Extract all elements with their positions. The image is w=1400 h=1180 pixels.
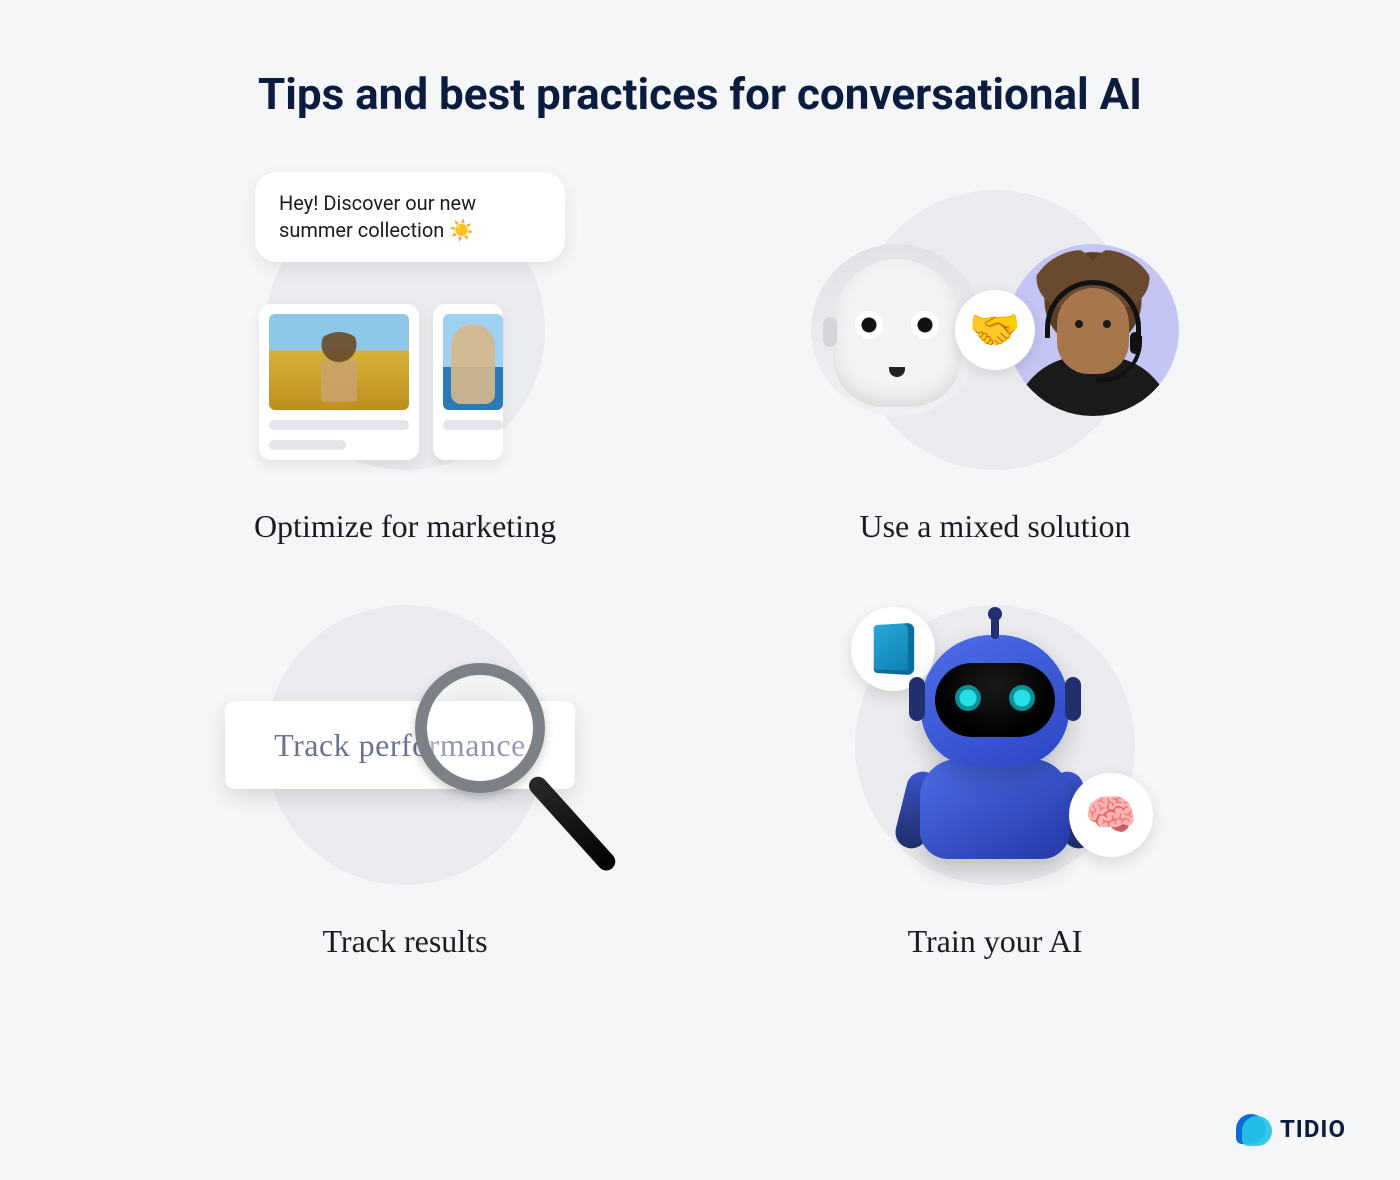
tip-illustration: 🤝 xyxy=(855,190,1135,470)
tip-train-ai: 🧠 Train your AI xyxy=(740,605,1250,960)
tidio-logo-icon xyxy=(1236,1112,1270,1146)
product-thumbnail-sunflowers xyxy=(269,314,409,410)
skeleton-line xyxy=(269,440,346,450)
track-performance-card: Track performance xyxy=(225,701,575,789)
chat-message-text: Hey! Discover our new summer collection … xyxy=(279,191,476,242)
page-title: Tips and best practices for conversation… xyxy=(0,0,1400,120)
tidio-logo-text: TIDIO xyxy=(1280,1115,1346,1143)
skeleton-line xyxy=(443,420,503,430)
skeleton-line xyxy=(269,420,409,430)
tip-caption: Train your AI xyxy=(908,923,1083,960)
tips-grid: Hey! Discover our new summer collection … xyxy=(150,190,1250,960)
product-thumbnail-beach xyxy=(443,314,503,410)
brain-icon: 🧠 xyxy=(1069,773,1153,857)
tidio-logo: TIDIO xyxy=(1236,1112,1346,1146)
track-performance-label: Track performance xyxy=(274,727,526,764)
product-card xyxy=(259,304,419,460)
tip-illustration: 🧠 xyxy=(855,605,1135,885)
tip-caption: Optimize for marketing xyxy=(254,508,556,545)
product-cards xyxy=(259,304,503,460)
handshake-icon: 🤝 xyxy=(955,290,1035,370)
tip-track-results: Track performance Track results xyxy=(150,605,660,960)
tip-mixed-solution: 🤝 Use a mixed solution xyxy=(740,190,1250,545)
tip-caption: Use a mixed solution xyxy=(859,508,1130,545)
blue-robot-illustration xyxy=(905,635,1085,855)
product-card xyxy=(433,304,503,460)
chat-bubble: Hey! Discover our new summer collection … xyxy=(255,172,565,262)
tip-optimize-marketing: Hey! Discover our new summer collection … xyxy=(150,190,660,545)
tip-caption: Track results xyxy=(322,923,487,960)
tip-illustration: Hey! Discover our new summer collection … xyxy=(265,190,545,470)
tip-illustration: Track performance xyxy=(265,605,545,885)
